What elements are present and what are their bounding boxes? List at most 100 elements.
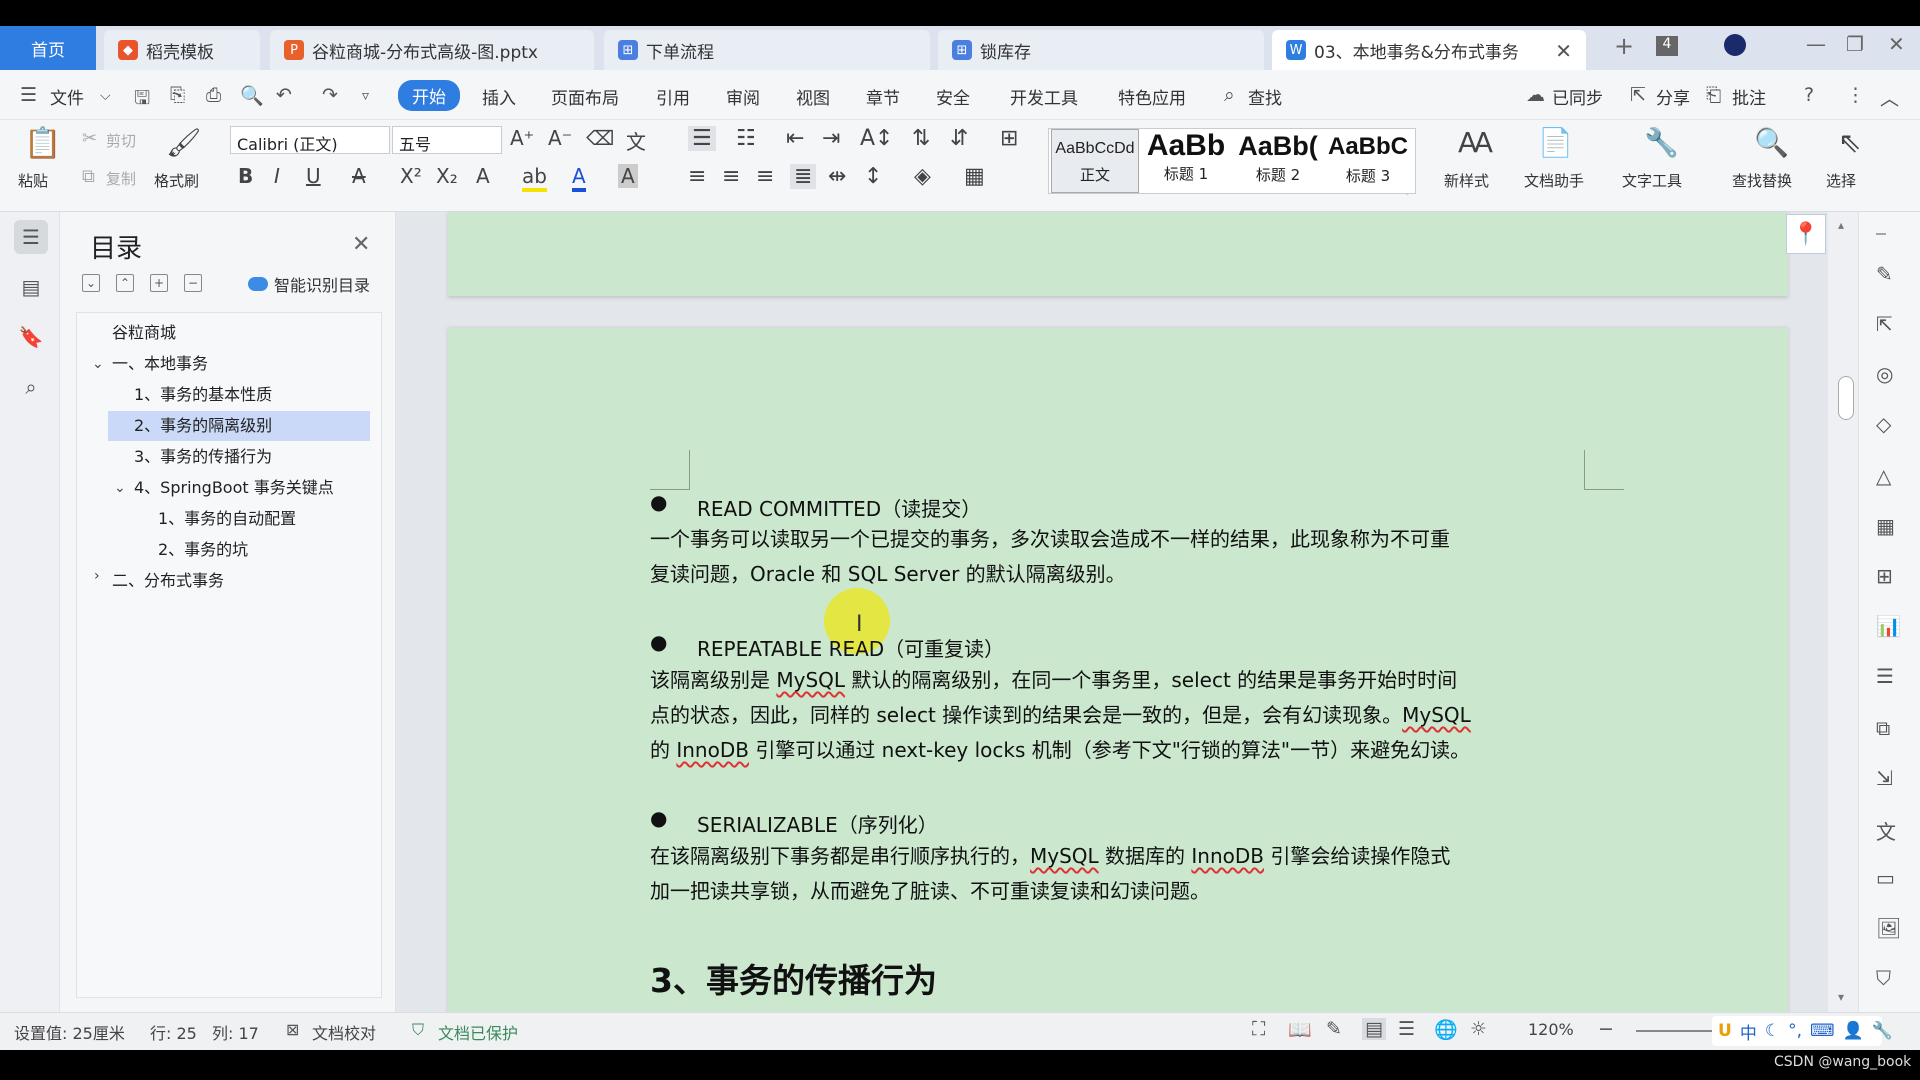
align-right-icon[interactable]: ≡ <box>756 164 774 189</box>
pages-panel-icon[interactable]: ▤ <box>14 270 48 304</box>
justify-icon[interactable]: ≣ <box>790 164 817 189</box>
find-replace-button[interactable]: 查找替换 <box>1732 170 1792 191</box>
help-icon[interactable]: ? <box>1804 84 1814 106</box>
toc-panel-icon[interactable]: ☰ <box>14 220 48 254</box>
new-style-button[interactable]: 新样式 <box>1444 170 1489 191</box>
add-heading-icon[interactable]: + <box>150 274 168 292</box>
italic-icon[interactable]: I <box>274 164 280 188</box>
font-family-select[interactable]: Calibri (正文) <box>230 126 390 154</box>
image-tool-icon[interactable]: ⧉ <box>1876 716 1890 740</box>
style-heading-2[interactable]: AaBb( 标题 2 <box>1233 129 1323 185</box>
subscript-icon[interactable]: X₂ <box>436 164 458 188</box>
distribute-icon[interactable]: ⇹ <box>828 164 846 189</box>
menu-security[interactable]: 安全 <box>936 84 970 109</box>
menu-file[interactable]: 文件 <box>50 84 84 109</box>
scroll-down-icon[interactable]: ▾ <box>1838 990 1844 1004</box>
collapse-rail-icon[interactable]: ⎯ <box>1876 220 1886 244</box>
line-spacing-icon[interactable]: ↕ <box>864 164 882 189</box>
collapse-ribbon-icon[interactable]: ︿ <box>1880 84 1899 111</box>
print-icon[interactable]: ⎙ <box>206 84 221 106</box>
translate-icon[interactable]: 文 <box>1876 816 1896 845</box>
settings-icon[interactable]: 🔧 <box>1872 1021 1893 1041</box>
text-direction-icon[interactable]: A↕ <box>860 126 893 151</box>
style-normal[interactable]: AaBbCcDd 正文 <box>1051 129 1139 193</box>
archive-icon[interactable]: ▭ <box>1876 866 1895 890</box>
hamburger-icon[interactable]: ☰ <box>20 84 37 106</box>
collapse-all-icon[interactable]: ⌄ <box>82 274 100 292</box>
more-icon[interactable]: ⋮ <box>1846 84 1865 106</box>
scrollbar-thumb[interactable] <box>1838 376 1854 420</box>
status-proof[interactable]: 文档校对 <box>312 1020 376 1044</box>
style-heading-1[interactable]: AaBb 标题 1 <box>1141 129 1231 184</box>
sliders-icon[interactable]: ☰ <box>1876 664 1894 688</box>
select-button[interactable]: 选择 <box>1826 170 1856 191</box>
numbered-list-icon[interactable]: ☷ <box>736 126 756 151</box>
clear-format-icon[interactable]: ⌫ <box>586 126 614 150</box>
font-color-icon[interactable]: A <box>572 164 586 192</box>
chevron-down-icon[interactable]: ⌵ <box>100 88 111 104</box>
toc-item[interactable]: 3、事务的传播行为 <box>134 442 272 472</box>
expand-all-icon[interactable]: ⌃ <box>116 274 134 292</box>
text-tools-button[interactable]: 文字工具 <box>1622 170 1682 191</box>
borders-icon[interactable]: ▦ <box>964 164 985 189</box>
shading-icon[interactable]: ◈ <box>914 164 931 189</box>
ime-toolbar[interactable]: U 中 ☾ °, ⌨ 👤 🔧 <box>1712 1016 1893 1046</box>
eye-protect-icon[interactable]: ☼ <box>1470 1018 1487 1040</box>
chart-icon[interactable]: 📊 <box>1876 614 1901 638</box>
paragraph-spacing-icon[interactable]: ⇵ <box>950 126 968 151</box>
comment-button[interactable]: 批注 <box>1732 84 1766 109</box>
smart-toc-button[interactable]: 智能识别目录 <box>248 272 370 296</box>
tab-home[interactable]: 首页 <box>0 26 96 70</box>
web-view-icon[interactable]: 🌐 <box>1434 1018 1458 1041</box>
tab-count-badge[interactable]: 4 <box>1656 36 1678 56</box>
highlight-icon[interactable]: ab <box>522 164 547 192</box>
keyboard-icon[interactable]: ⌨ <box>1810 1021 1835 1041</box>
moon-icon[interactable]: ☾ <box>1765 1021 1780 1041</box>
copy-button[interactable]: 复制 <box>106 168 136 189</box>
chevron-right-icon[interactable]: › <box>94 568 100 584</box>
picture-icon[interactable]: 🖼 <box>1876 916 1901 940</box>
chevron-down-icon[interactable]: ⌄ <box>92 356 104 372</box>
doc-helper-icon[interactable]: 📄 <box>1538 126 1573 159</box>
shield-icon[interactable]: ⛉ <box>1876 966 1891 990</box>
table-icon[interactable]: ▦ <box>1876 514 1895 538</box>
print-preview-icon[interactable]: 🔍 <box>240 84 264 107</box>
phonetic-icon[interactable]: 文 <box>626 126 646 155</box>
style-heading-3[interactable]: AaBbC 标题 3 <box>1325 129 1411 186</box>
menu-search[interactable]: 查找 <box>1248 84 1282 109</box>
punctuation-icon[interactable]: °, <box>1788 1021 1802 1041</box>
tab-order-flow[interactable]: ⊞ 下单流程 <box>604 30 930 70</box>
superscript-icon[interactable]: X² <box>400 164 422 188</box>
shrink-font-icon[interactable]: A⁻ <box>548 126 572 150</box>
outline-view-icon[interactable]: ☰ <box>1398 1018 1415 1040</box>
vertical-scrollbar[interactable] <box>1828 212 1858 1012</box>
cut-button[interactable]: 剪切 <box>106 130 136 151</box>
avatar[interactable] <box>1724 34 1746 56</box>
zoom-slider[interactable] <box>1636 1030 1716 1032</box>
toc-item[interactable]: 二、分布式事务 <box>112 566 224 596</box>
comment-icon[interactable]: ⎗ <box>1706 84 1721 106</box>
sort-icon[interactable]: ⇅ <box>912 126 930 151</box>
location-pin-icon[interactable]: 📍 <box>1786 214 1826 254</box>
proof-icon[interactable]: ⊠ <box>286 1020 299 1039</box>
menu-special[interactable]: 特色应用 <box>1118 84 1186 109</box>
minimize-icon[interactable]: — <box>1806 32 1826 56</box>
close-icon[interactable]: ✕ <box>1555 39 1572 63</box>
shapes-icon[interactable]: ◇ <box>1876 412 1891 436</box>
share-button[interactable]: 分享 <box>1656 84 1690 109</box>
border-layout-icon[interactable]: ⊞ <box>1000 126 1018 151</box>
menu-chapter[interactable]: 章节 <box>866 84 900 109</box>
status-protected[interactable]: 文档已保护 <box>438 1020 518 1044</box>
edit-mode-icon[interactable]: ✎ <box>1326 1018 1342 1040</box>
toc-item[interactable]: 谷粒商城 <box>112 318 176 348</box>
menu-insert[interactable]: 插入 <box>482 84 516 109</box>
target-icon[interactable]: ◎ <box>1876 362 1893 386</box>
wrench-icon[interactable]: 🔧 <box>1644 126 1679 159</box>
toc-item[interactable]: 4、SpringBoot 事务关键点 <box>134 473 334 503</box>
pointer-icon[interactable]: ⇱ <box>1876 312 1893 336</box>
status-setting[interactable]: 设置值: 25厘米 <box>14 1020 125 1044</box>
customize-icon[interactable]: ▿ <box>362 88 369 104</box>
export-icon[interactable]: ⇲ <box>1876 766 1893 790</box>
grow-font-icon[interactable]: A⁺ <box>510 126 534 150</box>
copy-icon[interactable]: ⧉ <box>82 166 95 187</box>
